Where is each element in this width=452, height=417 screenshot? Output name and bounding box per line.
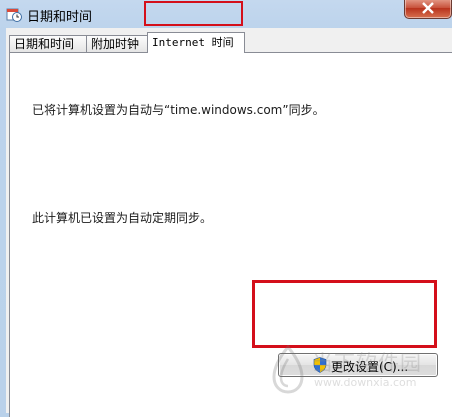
tab-additional-clocks[interactable]: 附加时钟 xyxy=(86,35,148,52)
date-time-window: 日期和时间 日期和时间 附加时钟 Internet 时间 已将计算机设置为自动与… xyxy=(0,0,452,417)
window-title: 日期和时间 xyxy=(27,10,93,25)
close-button[interactable] xyxy=(404,0,452,19)
sync-status-text: 已将计算机设置为自动与“time.windows.com”同步。 xyxy=(32,103,325,117)
clock-calendar-icon xyxy=(6,8,22,22)
auto-sync-text: 此计算机已设置为自动定期同步。 xyxy=(32,211,213,225)
close-icon xyxy=(422,2,434,14)
change-settings-label: 更改设置(C)... xyxy=(331,360,409,374)
tab-internet-time[interactable]: Internet 时间 xyxy=(147,32,245,53)
dialog-body: 日期和时间 附加时钟 Internet 时间 已将计算机设置为自动与“time.… xyxy=(6,28,452,417)
uac-shield-icon xyxy=(313,357,327,373)
internet-time-panel: 已将计算机设置为自动与“time.windows.com”同步。 此计算机已设置… xyxy=(9,52,452,417)
button-highlight-box xyxy=(252,280,437,348)
tab-date-time[interactable]: 日期和时间 xyxy=(9,35,87,52)
change-settings-button[interactable]: 更改设置(C)... xyxy=(278,353,438,377)
tab-highlight-box xyxy=(144,1,243,26)
